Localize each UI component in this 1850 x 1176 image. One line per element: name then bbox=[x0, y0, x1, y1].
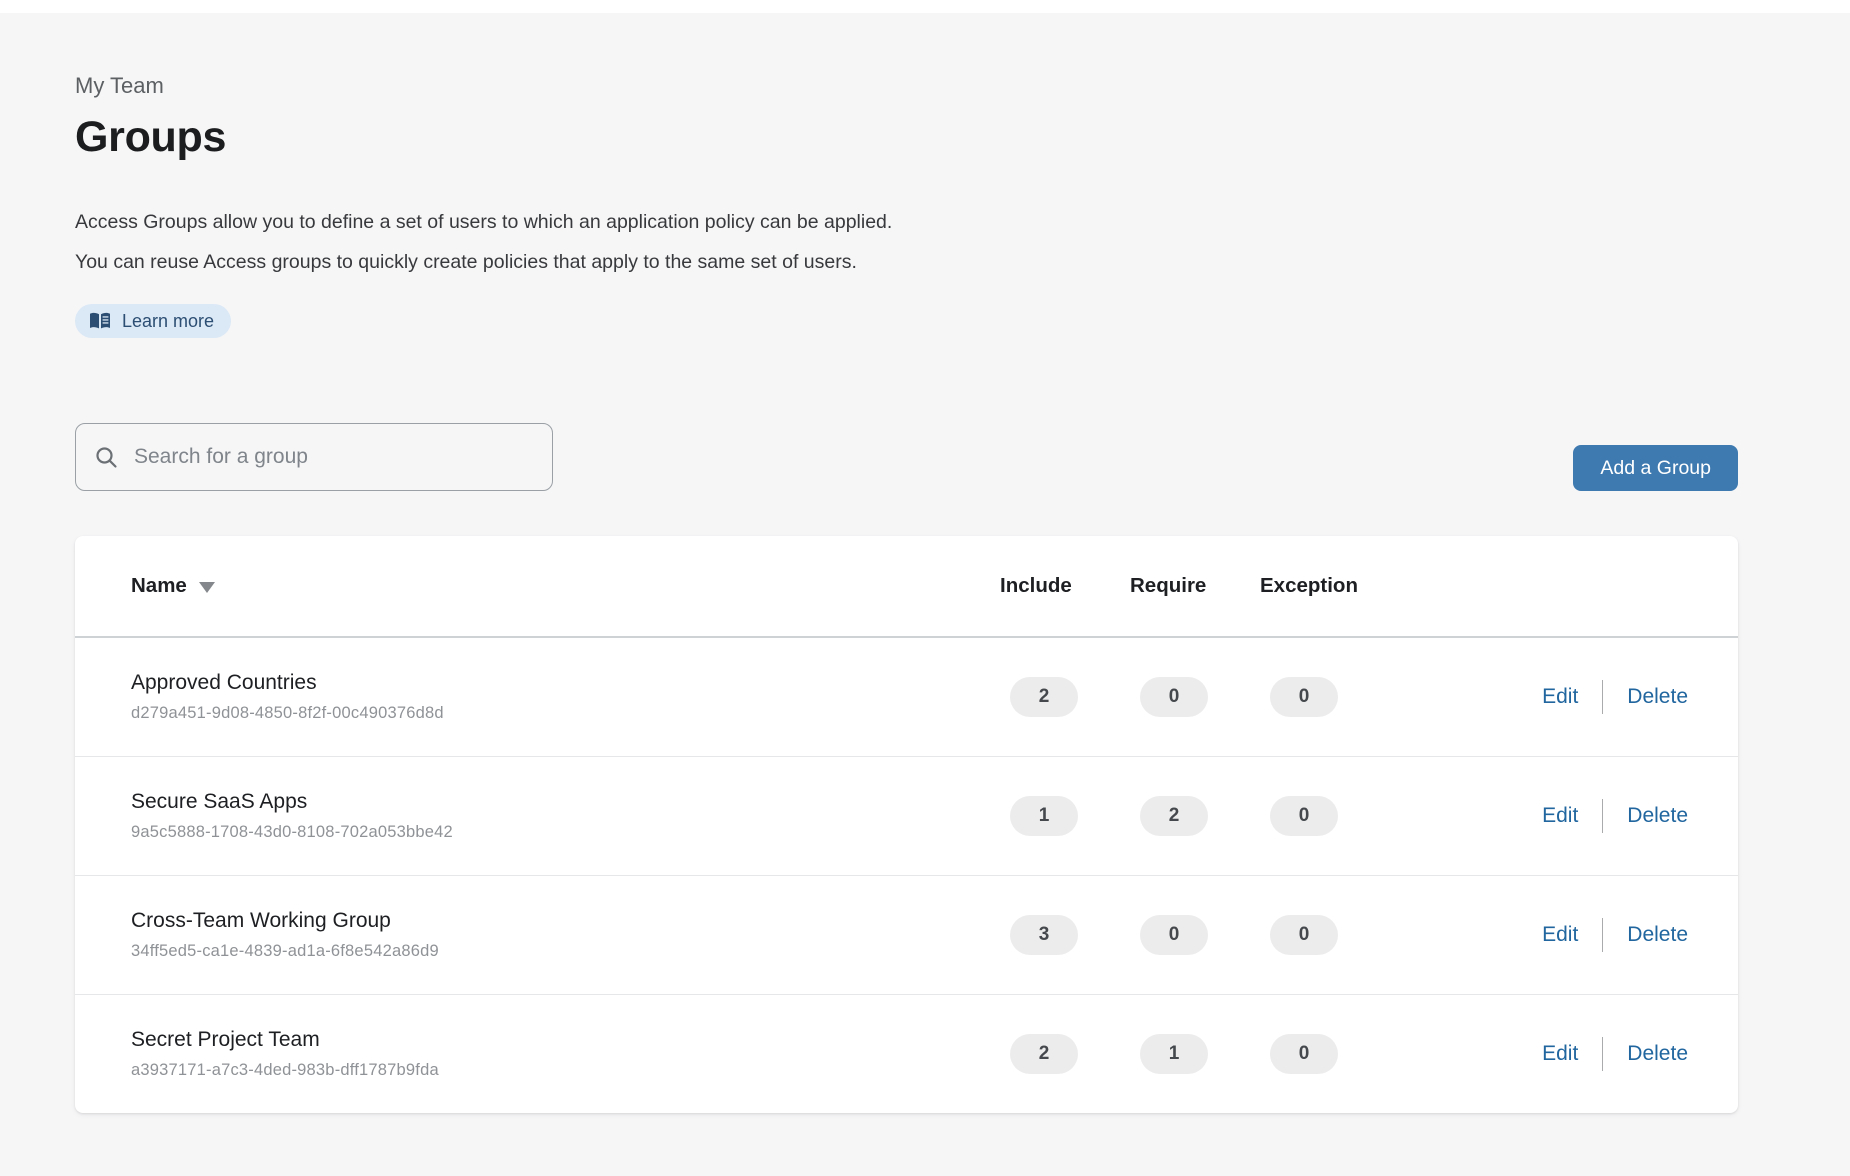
column-header-require: Require bbox=[1130, 574, 1260, 598]
group-name-cell: Secure SaaS Apps 9a5c5888-1708-43d0-8108… bbox=[131, 790, 1000, 842]
exception-count-badge: 0 bbox=[1270, 1034, 1338, 1074]
require-count-badge: 0 bbox=[1140, 677, 1208, 717]
edit-link[interactable]: Edit bbox=[1542, 923, 1578, 947]
page-description-line2: You can reuse Access groups to quickly c… bbox=[75, 242, 1738, 282]
group-name: Secret Project Team bbox=[131, 1028, 1000, 1052]
table-header: Name Include Require Exception bbox=[75, 536, 1738, 638]
column-header-name-cell: Name bbox=[131, 574, 1000, 598]
exception-count-badge: 0 bbox=[1270, 796, 1338, 836]
learn-more-link[interactable]: Learn more bbox=[75, 304, 231, 338]
include-cell: 1 bbox=[1000, 796, 1130, 836]
group-name: Secure SaaS Apps bbox=[131, 790, 1000, 814]
triangle-down-sort-icon bbox=[199, 582, 215, 593]
action-divider bbox=[1602, 918, 1603, 952]
require-cell: 1 bbox=[1130, 1034, 1260, 1074]
group-id: a3937171-a7c3-4ded-983b-dff1787b9fda bbox=[131, 1061, 1000, 1080]
group-name-cell: Approved Countries d279a451-9d08-4850-8f… bbox=[131, 671, 1000, 723]
include-count-badge: 2 bbox=[1010, 1034, 1078, 1074]
group-id: 9a5c5888-1708-43d0-8108-702a053bbe42 bbox=[131, 823, 1000, 842]
require-cell: 0 bbox=[1130, 915, 1260, 955]
exception-cell: 0 bbox=[1260, 796, 1390, 836]
table-row: Secure SaaS Apps 9a5c5888-1708-43d0-8108… bbox=[75, 757, 1738, 876]
sort-by-name-button[interactable]: Name bbox=[131, 574, 215, 598]
edit-link[interactable]: Edit bbox=[1542, 1042, 1578, 1066]
learn-more-wrap: Learn more bbox=[75, 304, 1738, 338]
delete-link[interactable]: Delete bbox=[1627, 923, 1688, 947]
include-cell: 2 bbox=[1000, 1034, 1130, 1074]
column-header-name: Name bbox=[131, 574, 187, 598]
group-name-cell: Cross-Team Working Group 34ff5ed5-ca1e-4… bbox=[131, 909, 1000, 961]
delete-link[interactable]: Delete bbox=[1627, 685, 1688, 709]
group-search bbox=[75, 423, 553, 491]
include-count-badge: 1 bbox=[1010, 796, 1078, 836]
group-id: 34ff5ed5-ca1e-4839-ad1a-6f8e542a86d9 bbox=[131, 942, 1000, 961]
learn-more-label: Learn more bbox=[122, 311, 214, 332]
toolbar: Add a Group bbox=[75, 423, 1738, 491]
include-count-badge: 3 bbox=[1010, 915, 1078, 955]
require-cell: 2 bbox=[1130, 796, 1260, 836]
include-cell: 2 bbox=[1000, 677, 1130, 717]
column-header-include: Include bbox=[1000, 574, 1130, 598]
delete-link[interactable]: Delete bbox=[1627, 1042, 1688, 1066]
include-count-badge: 2 bbox=[1010, 677, 1078, 717]
exception-count-badge: 0 bbox=[1270, 915, 1338, 955]
require-count-badge: 2 bbox=[1140, 796, 1208, 836]
exception-cell: 0 bbox=[1260, 1034, 1390, 1074]
group-name: Cross-Team Working Group bbox=[131, 909, 1000, 933]
table-row: Secret Project Team a3937171-a7c3-4ded-9… bbox=[75, 995, 1738, 1113]
book-icon bbox=[89, 312, 111, 330]
action-divider bbox=[1602, 799, 1603, 833]
page-description-line1: Access Groups allow you to define a set … bbox=[75, 202, 1738, 242]
action-divider bbox=[1602, 680, 1603, 714]
require-count-badge: 1 bbox=[1140, 1034, 1208, 1074]
row-actions: Edit Delete bbox=[1390, 799, 1688, 833]
row-actions: Edit Delete bbox=[1390, 918, 1688, 952]
table-row: Approved Countries d279a451-9d08-4850-8f… bbox=[75, 638, 1738, 757]
require-cell: 0 bbox=[1130, 677, 1260, 717]
group-name-cell: Secret Project Team a3937171-a7c3-4ded-9… bbox=[131, 1028, 1000, 1080]
exception-count-badge: 0 bbox=[1270, 677, 1338, 717]
group-id: d279a451-9d08-4850-8f2f-00c490376d8d bbox=[131, 704, 1000, 723]
require-count-badge: 0 bbox=[1140, 915, 1208, 955]
row-actions: Edit Delete bbox=[1390, 680, 1688, 714]
include-cell: 3 bbox=[1000, 915, 1130, 955]
action-divider bbox=[1602, 1037, 1603, 1071]
exception-cell: 0 bbox=[1260, 677, 1390, 717]
row-actions: Edit Delete bbox=[1390, 1037, 1688, 1071]
search-input[interactable] bbox=[75, 423, 553, 491]
groups-page: My Team Groups Access Groups allow you t… bbox=[0, 13, 1850, 1176]
page-title: Groups bbox=[75, 113, 1738, 162]
edit-link[interactable]: Edit bbox=[1542, 685, 1578, 709]
column-header-exception: Exception bbox=[1260, 574, 1390, 598]
exception-cell: 0 bbox=[1260, 915, 1390, 955]
edit-link[interactable]: Edit bbox=[1542, 804, 1578, 828]
delete-link[interactable]: Delete bbox=[1627, 804, 1688, 828]
table-row: Cross-Team Working Group 34ff5ed5-ca1e-4… bbox=[75, 876, 1738, 995]
groups-table: Name Include Require Exception Approved … bbox=[75, 536, 1738, 1113]
breadcrumb: My Team bbox=[75, 73, 1738, 99]
page-content: My Team Groups Access Groups allow you t… bbox=[0, 13, 1738, 1113]
add-group-button[interactable]: Add a Group bbox=[1573, 445, 1738, 491]
group-name: Approved Countries bbox=[131, 671, 1000, 695]
